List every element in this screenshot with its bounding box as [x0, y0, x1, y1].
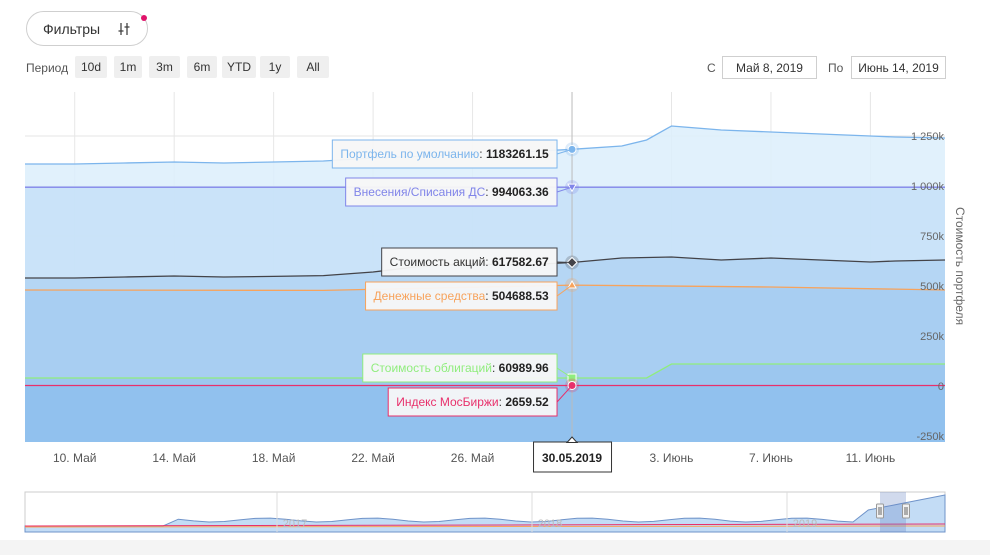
series-tooltip: Стоимость облигаций: 60989.96 — [362, 353, 573, 383]
series-tooltip: Стоимость акций: 617582.67 — [381, 247, 573, 277]
y-tick-label: 250k — [920, 331, 944, 343]
tooltip-value: 617582.67 — [492, 255, 549, 269]
x-tick-label: 14. Май — [152, 451, 196, 465]
tooltip-value: 504688.53 — [492, 289, 549, 303]
tooltip-series-name: Стоимость акций — [390, 255, 486, 269]
x-tick-label: 22. Май — [351, 451, 395, 465]
y-axis-title: Стоимость портфеля — [953, 207, 967, 325]
tooltip-value: 2659.52 — [505, 395, 549, 409]
tooltip-text: Портфель по умолчанию: 1183261.15 — [340, 147, 549, 161]
bottom-strip — [0, 540, 990, 555]
tooltip-text: Стоимость облигаций: 60989.96 — [371, 361, 549, 375]
tooltip-colon: : — [485, 185, 492, 199]
tooltip-colon: : — [485, 289, 492, 303]
tooltip-series-name: Портфель по умолчанию — [340, 147, 479, 161]
navigator-handle[interactable] — [876, 503, 884, 519]
tooltip-series-name: Индекс МосБиржи — [396, 395, 498, 409]
tooltip-colon: : — [485, 255, 492, 269]
y-tick-label: 1 000k — [911, 181, 945, 193]
tooltip-text: Денежные средства: 504688.53 — [374, 289, 549, 303]
navigator-handle-body — [902, 503, 910, 519]
tooltip-colon: : — [492, 361, 499, 375]
x-tick-label: 11. Июнь — [846, 451, 896, 465]
x-tick-label: 7. Июнь — [749, 451, 793, 465]
x-tick-label: 10. Май — [53, 451, 97, 465]
navigator-label: 2019 — [793, 518, 817, 530]
navigator-label: 2018 — [538, 518, 562, 530]
tooltip-value: 60989.96 — [499, 361, 549, 375]
tooltip-colon: : — [499, 395, 506, 409]
y-tick-label: 750k — [920, 231, 944, 243]
x-tick-label: 3. Июнь — [650, 451, 694, 465]
tooltip-text: Стоимость акций: 617582.67 — [390, 255, 549, 269]
tooltip-value: 994063.36 — [492, 185, 549, 199]
y-tick-label: 500k — [920, 281, 944, 293]
y-tick-label: 0 — [938, 381, 944, 393]
tooltip-series-name: Денежные средства — [374, 289, 486, 303]
tooltip-series-name: Стоимость облигаций — [371, 361, 492, 375]
x-tick-label: 18. Май — [252, 451, 296, 465]
navigator-handle-body — [876, 503, 884, 519]
crosshair-date-label: 30.05.2019 — [542, 451, 602, 465]
series-tooltip: Внесения/Списания ДС: 994063.36 — [345, 177, 573, 207]
tooltip-series-name: Внесения/Списания ДС — [354, 185, 486, 199]
tooltip-text: Внесения/Списания ДС: 994063.36 — [354, 185, 549, 199]
tooltip-value: 1183261.15 — [486, 147, 549, 161]
navigator-label: 2017 — [283, 518, 307, 530]
series-tooltip: Денежные средства: 504688.53 — [365, 281, 573, 311]
x-tick-label: 26. Май — [451, 451, 495, 465]
navigator-handle[interactable] — [902, 503, 910, 519]
series-tooltip: Индекс МосБиржи: 2659.52 — [387, 385, 573, 417]
y-tick-label: -250k — [916, 431, 944, 443]
y-tick-label: 1 250k — [911, 131, 945, 143]
tooltip-text: Индекс МосБиржи: 2659.52 — [396, 395, 549, 409]
portfolio-chart: -250k 0 250k 500k 750k 1 000k 1 250k Стоимость … — [24, 92, 967, 533]
series-tooltip: Портфель по умолчанию: 1183261.15 — [331, 139, 573, 169]
tooltip-colon: : — [479, 147, 486, 161]
